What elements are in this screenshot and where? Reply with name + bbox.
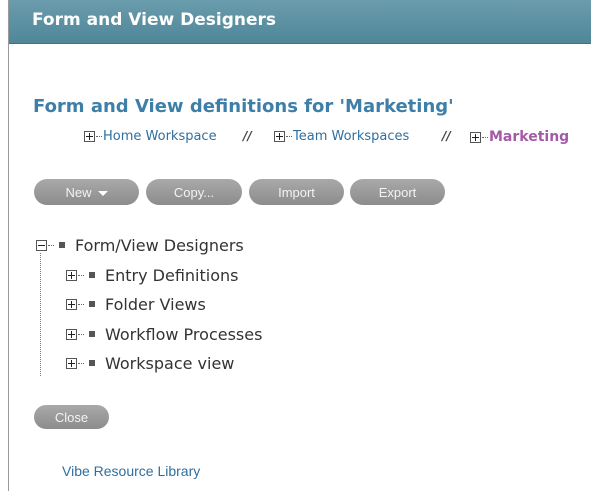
tree-item-entry-definitions[interactable]: Entry Definitions: [66, 266, 238, 285]
new-button-label: New: [65, 184, 92, 200]
import-button-label: Import: [278, 184, 315, 200]
breadcrumb-separator: //: [243, 129, 252, 143]
tree-connector: [482, 136, 488, 138]
header-title: Form and View Designers: [32, 10, 277, 30]
tree-item-label[interactable]: Workspace view: [105, 354, 234, 373]
copy-button-label: Copy...: [173, 184, 215, 200]
breadcrumb-label[interactable]: Team Workspaces: [293, 129, 409, 144]
folder-node-icon: [89, 360, 95, 366]
expand-icon[interactable]: [66, 269, 77, 281]
expand-icon[interactable]: [274, 131, 285, 142]
import-button[interactable]: Import: [249, 179, 344, 205]
new-button[interactable]: New: [34, 179, 139, 205]
tree-root[interactable]: Form/View Designers: [36, 236, 244, 255]
tree-guide-line: [40, 253, 41, 376]
breadcrumb-home-workspace[interactable]: Home Workspace: [84, 129, 217, 144]
tree-connector: [96, 136, 102, 137]
caret-down-icon: [97, 190, 108, 196]
tree-connector: [78, 333, 84, 335]
tree-connector: [286, 136, 292, 137]
collapse-icon[interactable]: [36, 239, 47, 251]
expand-icon[interactable]: [470, 131, 481, 143]
close-button-label: Close: [54, 409, 89, 425]
tree-item-folder-views[interactable]: Folder Views: [66, 295, 206, 314]
tree-connector: [78, 274, 84, 276]
tree-item-workspace-view[interactable]: Workspace view: [66, 354, 234, 373]
export-button[interactable]: Export: [350, 179, 445, 205]
expand-icon[interactable]: [66, 328, 77, 340]
close-button[interactable]: Close: [34, 405, 109, 429]
tree-item-label[interactable]: Workflow Processes: [105, 325, 262, 344]
breadcrumb-marketing[interactable]: Marketing: [470, 129, 569, 145]
tree-item-workflow-processes[interactable]: Workflow Processes: [66, 325, 262, 344]
breadcrumb-label[interactable]: Marketing: [489, 129, 569, 145]
breadcrumb-label[interactable]: Home Workspace: [103, 129, 217, 144]
breadcrumb-separator: //: [442, 129, 451, 143]
expand-icon[interactable]: [84, 131, 95, 142]
vibe-resource-library-link[interactable]: Vibe Resource Library: [62, 463, 200, 479]
folder-node-icon: [89, 272, 95, 278]
folder-node-icon: [59, 242, 65, 248]
breadcrumb-team-workspaces[interactable]: Team Workspaces: [274, 129, 409, 144]
tree-item-label[interactable]: Entry Definitions: [105, 266, 238, 285]
tree-root-label[interactable]: Form/View Designers: [75, 236, 244, 255]
expand-icon[interactable]: [66, 298, 77, 310]
tree-connector: [78, 362, 84, 364]
folder-node-icon: [89, 301, 95, 307]
tree-item-label[interactable]: Folder Views: [105, 295, 206, 314]
header-bar: Form and View Designers: [9, 0, 591, 44]
tree-connector: [48, 244, 54, 246]
copy-button[interactable]: Copy...: [146, 179, 242, 205]
tree-connector: [78, 303, 84, 305]
expand-icon[interactable]: [66, 357, 77, 369]
window-left-border: [8, 0, 9, 491]
folder-node-icon: [89, 331, 95, 337]
page-title: Form and View definitions for 'Marketing…: [33, 96, 454, 117]
export-button-label: Export: [378, 184, 417, 200]
